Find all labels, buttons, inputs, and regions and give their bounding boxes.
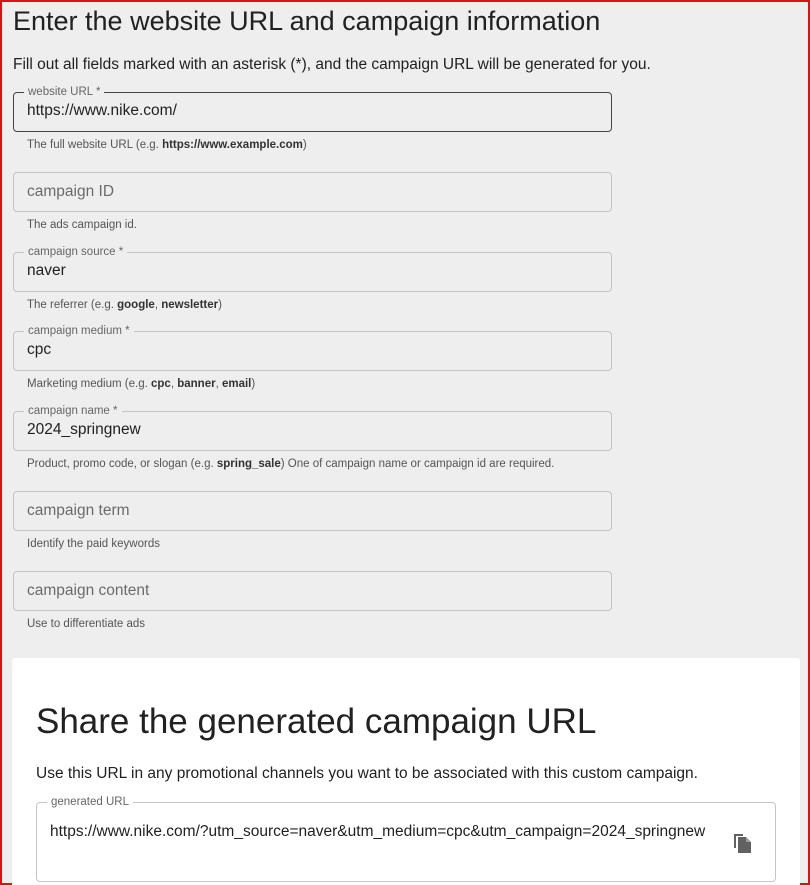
page-subtitle: Fill out all fields marked with an aster… <box>13 56 651 73</box>
website-url-helper: The full website URL (e.g. https://www.e… <box>27 139 307 151</box>
campaign-source-field[interactable]: campaign source * naver <box>13 245 612 292</box>
campaign-id-placeholder: campaign ID <box>27 183 115 200</box>
campaign-id-field[interactable]: campaign ID <box>13 172 612 212</box>
copy-icon[interactable] <box>731 831 753 855</box>
campaign-name-helper: Product, promo code, or slogan (e.g. spr… <box>27 458 555 470</box>
generated-url-value[interactable]: https://www.nike.com/?utm_source=naver&u… <box>50 820 722 844</box>
campaign-id-helper: The ads campaign id. <box>27 219 137 231</box>
page-title: Enter the website URL and campaign infor… <box>13 6 601 36</box>
campaign-source-helper: The referrer (e.g. google, newsletter) <box>27 299 222 311</box>
campaign-medium-label: campaign medium * <box>24 324 134 338</box>
campaign-content-field[interactable]: campaign content <box>13 571 612 611</box>
campaign-source-label: campaign source * <box>24 245 128 259</box>
campaign-name-field[interactable]: campaign name * 2024_springnew <box>13 404 612 451</box>
campaign-source-value: naver <box>27 262 66 279</box>
campaign-name-value: 2024_springnew <box>27 421 141 438</box>
campaign-term-placeholder: campaign term <box>27 502 130 519</box>
campaign-content-helper: Use to differentiate ads <box>27 618 146 630</box>
share-title: Share the generated campaign URL <box>36 702 597 741</box>
campaign-term-helper: Identify the paid keywords <box>27 538 160 550</box>
campaign-name-label: campaign name * <box>24 404 122 418</box>
campaign-content-placeholder: campaign content <box>27 582 150 599</box>
website-url-value: https://www.nike.com/ <box>27 102 177 119</box>
share-subtitle: Use this URL in any promotional channels… <box>36 765 698 782</box>
campaign-medium-helper: Marketing medium (e.g. cpc, banner, emai… <box>27 378 256 390</box>
campaign-term-field[interactable]: campaign term <box>13 491 612 531</box>
website-url-label: website URL * <box>24 85 105 99</box>
campaign-medium-value: cpc <box>27 341 52 358</box>
generated-url-label: generated URL <box>47 795 133 809</box>
generated-url-field[interactable]: generated URL https://www.nike.com/?utm_… <box>36 795 776 882</box>
campaign-medium-field[interactable]: campaign medium * cpc <box>13 324 612 371</box>
share-card: Share the generated campaign URL Use thi… <box>12 658 800 885</box>
website-url-field[interactable]: website URL * https://www.nike.com/ <box>13 85 612 132</box>
